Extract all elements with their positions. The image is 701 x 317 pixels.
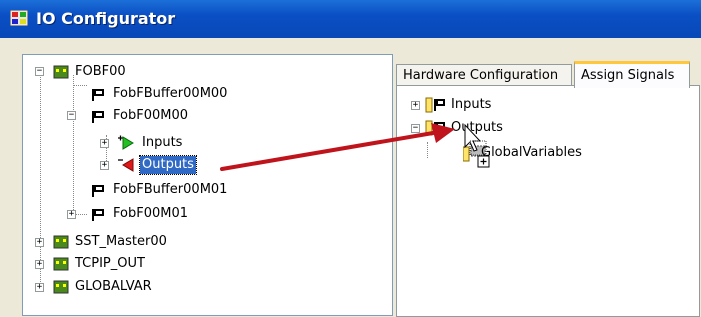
device-tree[interactable]: − FOBF00 FobFBuffer00M00 − FobF00M00 + I… <box>22 54 393 316</box>
expand-icon[interactable]: + <box>35 283 44 292</box>
tab-hardware-configuration[interactable]: Hardware Configuration <box>396 64 572 86</box>
signal-label: GlobalVariables <box>481 145 582 160</box>
tree-label: FobF00M01 <box>113 206 188 221</box>
tab-panel: Hardware Configuration Assign Signals + … <box>392 54 701 317</box>
expand-icon[interactable]: + <box>67 210 76 219</box>
title-bar[interactable]: IO Configurator <box>0 0 701 38</box>
tree-label: FobF00M00 <box>113 108 188 123</box>
signal-label: Inputs <box>451 97 492 112</box>
module-icon <box>53 235 69 249</box>
tree-label: TCPIP_OUT <box>75 256 145 271</box>
tree-label: FobFBuffer00M00 <box>113 86 228 101</box>
tree-label: Inputs <box>142 135 183 150</box>
expand-icon[interactable]: + <box>100 139 109 148</box>
module-icon <box>53 257 69 271</box>
tab-assign-signals[interactable]: Assign Signals <box>574 61 690 88</box>
window-title: IO Configurator <box>36 9 176 28</box>
flag-icon <box>92 89 104 101</box>
expand-icon[interactable]: + <box>411 101 420 110</box>
signal-label: Outputs <box>451 120 503 135</box>
flag-icon <box>92 209 104 221</box>
expand-icon[interactable]: + <box>35 260 44 269</box>
tree-label: FOBF00 <box>75 64 126 79</box>
flag-icon <box>92 111 104 123</box>
signal-folder-icon <box>425 97 445 113</box>
collapse-icon[interactable]: − <box>411 124 420 133</box>
tree-label: FobFBuffer00M01 <box>113 182 228 197</box>
expand-icon[interactable]: + <box>35 238 44 247</box>
module-icon <box>53 280 69 294</box>
app-icon <box>10 10 28 26</box>
signals-tree[interactable]: + Inputs − Outputs GlobalVariables <box>396 85 700 317</box>
collapse-icon[interactable]: − <box>35 67 44 76</box>
flag-icon <box>92 185 104 197</box>
tree-label-selected: Outputs <box>139 155 197 175</box>
tree-label: GLOBALVAR <box>75 279 152 294</box>
module-icon <box>53 65 69 79</box>
signal-folder-icon <box>425 120 445 136</box>
input-arrow-icon <box>118 135 134 150</box>
expand-icon[interactable]: + <box>100 161 109 170</box>
collapse-icon[interactable]: − <box>67 111 76 120</box>
tree-label: SST_Master00 <box>75 234 167 249</box>
output-arrow-icon <box>118 158 134 172</box>
